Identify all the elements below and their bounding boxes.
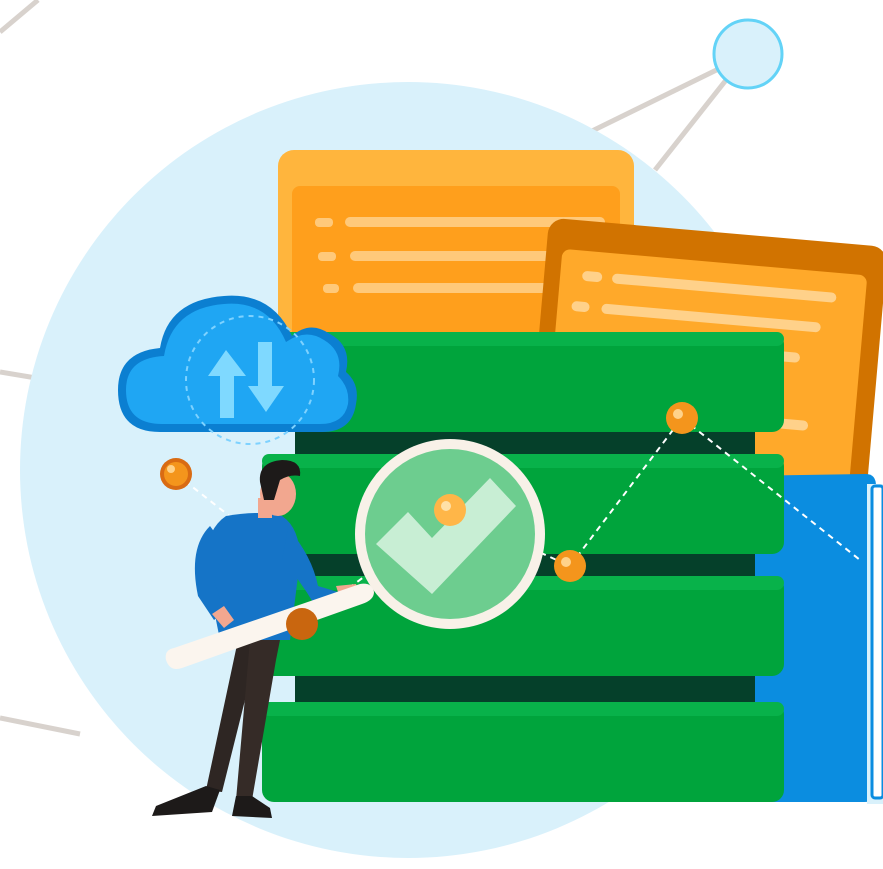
node-icon	[554, 550, 586, 582]
node-icon	[286, 608, 318, 640]
magnifier-icon	[355, 439, 545, 629]
node-icon	[666, 402, 698, 434]
network-node-icon	[712, 18, 784, 90]
node-icon	[434, 494, 466, 526]
data-verification-illustration	[0, 0, 883, 858]
illustration-canvas	[0, 0, 883, 869]
